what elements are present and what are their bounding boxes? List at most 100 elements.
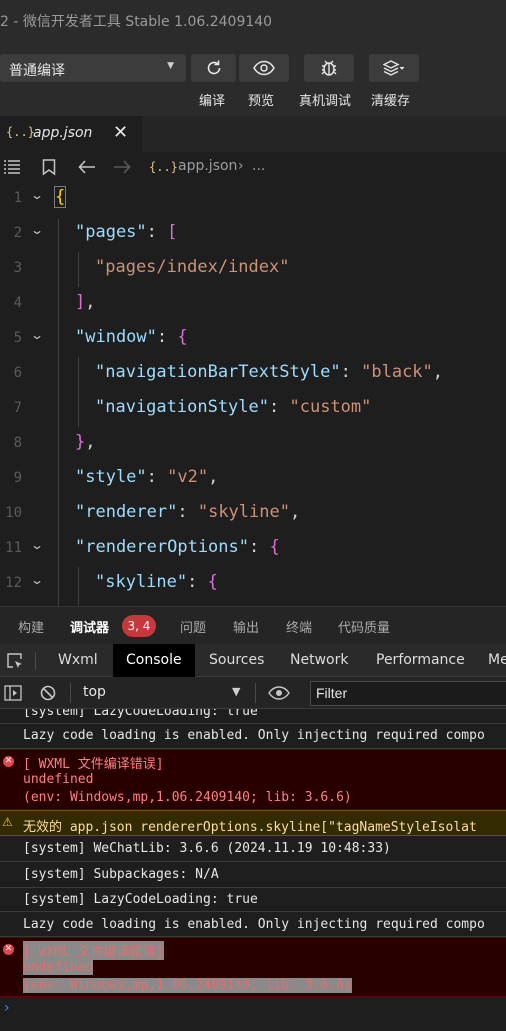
sidebar-toggle-icon[interactable] xyxy=(4,685,22,701)
fold-chevron-icon[interactable]: ⌄ xyxy=(30,328,44,342)
fold-chevron-icon[interactable]: ⌄ xyxy=(30,188,44,202)
devtools-tabs: Wxml Console Sources Network Performance… xyxy=(0,644,506,677)
console-message: Lazy code loading is enabled. Only injec… xyxy=(0,724,506,749)
bug-icon xyxy=(321,60,337,76)
error-env[interactable]: (env: Windows,mp,1.06.2409140; lib: 3.6.… xyxy=(23,978,352,993)
compile-mode-value: 普通编译 xyxy=(9,63,65,79)
code-line: 4 ], xyxy=(0,287,506,322)
line-number: 6 xyxy=(13,365,22,381)
code-line: 7 "navigationStyle": "custom" xyxy=(0,392,506,427)
preview-label[interactable]: 预览 xyxy=(248,90,274,109)
code-line: 5 ⌄ "window": { xyxy=(0,322,506,357)
forward-arrow-icon[interactable] xyxy=(113,160,131,174)
console-error: ✕ [ WXML 文件编译错误] undefined (env: Windows… xyxy=(0,937,506,997)
code-text: "renderer": "skyline", xyxy=(75,502,301,522)
code-line: 11 ⌄ "rendererOptions": { xyxy=(0,532,506,567)
console-message: Lazy code loading is enabled. Only injec… xyxy=(0,912,506,937)
code-text: "window": { xyxy=(75,327,188,347)
code-text: "pages": [ xyxy=(75,222,178,242)
code-line: 2 ⌄ "pages": [ xyxy=(0,217,506,252)
fold-chevron-icon[interactable]: ⌄ xyxy=(30,223,44,237)
code-text: "navigationStyle": "custom" xyxy=(95,397,372,417)
error-count-badge: 3, 4 xyxy=(122,615,156,637)
error-env[interactable]: (env: Windows,mp,1.06.2409140; lib: 3.6.… xyxy=(23,790,352,805)
tab-code-quality[interactable]: 代码质量 xyxy=(338,617,390,636)
divider xyxy=(70,683,71,703)
error-icon: ✕ xyxy=(3,944,14,955)
error-detail: undefined xyxy=(23,960,94,975)
code-text: "pages/index/index" xyxy=(95,257,290,277)
tab-wxml[interactable]: Wxml xyxy=(48,644,108,677)
line-number: 10 xyxy=(5,505,22,521)
console-output[interactable]: [system] LazyCodeLoading: true Lazy code… xyxy=(0,709,506,1031)
tab-output[interactable]: 输出 xyxy=(233,617,259,636)
code-line: 12 ⌄ "skyline": { xyxy=(0,567,506,602)
console-toolbar: top ▼ xyxy=(0,677,506,709)
code-line: 10 "renderer": "skyline", xyxy=(0,497,506,532)
line-number: 11 xyxy=(5,540,22,556)
console-message: [system] LazyCodeLoading: true xyxy=(0,888,506,912)
line-number: 8 xyxy=(13,435,22,451)
eye-icon xyxy=(253,60,275,76)
clear-console-icon[interactable] xyxy=(40,685,56,701)
code-text: "skyline": { xyxy=(95,572,218,592)
tab-console[interactable]: Console xyxy=(113,644,195,677)
divider xyxy=(35,652,36,670)
compile-mode-select[interactable]: 普通编译 ▼ xyxy=(0,54,186,82)
clear-cache-button[interactable] xyxy=(369,54,419,82)
tab-sources[interactable]: Sources xyxy=(199,644,274,677)
message-text: [system] WeChatLib: 3.6.6 (2024.11.19 10… xyxy=(23,841,391,856)
list-icon[interactable] xyxy=(3,160,21,174)
filter-input[interactable] xyxy=(316,685,506,701)
preview-button[interactable] xyxy=(239,54,289,82)
warning-icon: ⚠ xyxy=(2,815,13,829)
refresh-icon xyxy=(207,60,220,75)
context-select[interactable]: top xyxy=(83,684,106,700)
breadcrumb-more[interactable]: ... xyxy=(252,158,265,174)
inspect-element-icon[interactable] xyxy=(6,652,24,670)
line-number: 3 xyxy=(13,260,22,276)
code-text: { xyxy=(53,186,67,208)
message-text: Lazy code loading is enabled. Only injec… xyxy=(23,917,485,932)
tab-app-json[interactable]: {..} app.json ✕ xyxy=(0,116,142,152)
chevron-down-icon[interactable]: ▼ xyxy=(232,685,240,698)
line-number: 7 xyxy=(13,400,22,416)
eye-icon[interactable] xyxy=(268,686,290,700)
compile-label[interactable]: 编译 xyxy=(199,90,225,109)
code-text: "style": "v2", xyxy=(75,467,219,487)
compile-button[interactable] xyxy=(191,54,236,82)
tab-terminal[interactable]: 终端 xyxy=(286,617,312,636)
bottom-panel-tabs: 构建 调试器 3, 4 问题 输出 终端 代码质量 xyxy=(0,606,506,644)
code-line: 8 }, xyxy=(0,427,506,462)
console-prompt[interactable]: › xyxy=(4,1000,10,1016)
close-icon[interactable]: ✕ xyxy=(113,122,128,143)
line-number: 1 xyxy=(13,190,22,206)
tab-network[interactable]: Network xyxy=(280,644,358,677)
tab-performance[interactable]: Performance xyxy=(366,644,475,677)
message-text: Lazy code loading is enabled. Only injec… xyxy=(23,728,485,743)
remote-debug-button[interactable] xyxy=(304,54,354,82)
error-icon: ✕ xyxy=(3,756,14,767)
fold-chevron-icon[interactable]: ⌄ xyxy=(30,538,44,552)
console-warning: ⚠ 无效的 app.json rendererOptions.skyline["… xyxy=(0,810,506,836)
tab-filename: app.json xyxy=(33,125,93,141)
filter-box[interactable] xyxy=(310,681,506,706)
code-text: ], xyxy=(75,292,96,312)
fold-chevron-icon[interactable]: ⌄ xyxy=(30,573,44,587)
tab-build[interactable]: 构建 xyxy=(18,617,44,636)
bookmark-icon[interactable] xyxy=(42,159,56,176)
back-arrow-icon[interactable] xyxy=(78,160,96,174)
breadcrumb-file[interactable]: app.json xyxy=(178,158,237,174)
remote-debug-label[interactable]: 真机调试 xyxy=(299,90,351,109)
message-text: [system] LazyCodeLoading: true xyxy=(23,892,258,907)
tab-issues[interactable]: 问题 xyxy=(180,617,206,636)
tab-more[interactable]: Me xyxy=(478,644,506,677)
code-text: "rendererOptions": { xyxy=(75,537,280,557)
code-editor[interactable]: 1 ⌄ { 2 ⌄ "pages": [ 3 "pages/index/inde… xyxy=(0,182,506,606)
message-text: [system] Subpackages: N/A xyxy=(23,867,219,882)
chevron-down-icon: ▼ xyxy=(167,61,174,71)
editor-tab-bar: {..} app.json ✕ xyxy=(0,116,506,152)
tab-debugger[interactable]: 调试器 xyxy=(70,617,109,636)
clear-cache-label[interactable]: 清缓存 xyxy=(371,90,410,109)
line-number: 9 xyxy=(13,470,22,486)
